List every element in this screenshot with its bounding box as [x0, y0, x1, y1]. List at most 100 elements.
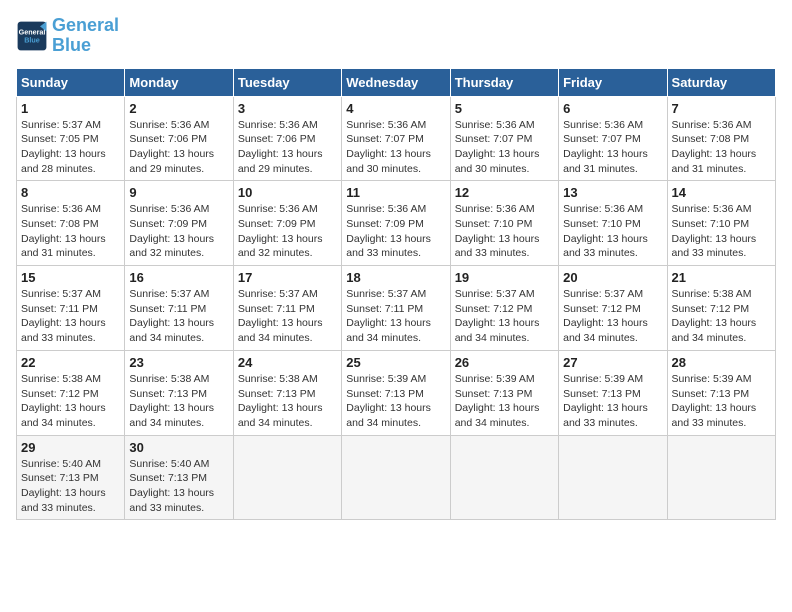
- calendar-cell-17: 17 Sunrise: 5:37 AM Sunset: 7:11 PM Dayli…: [233, 266, 341, 351]
- day-info: Sunrise: 5:36 AM Sunset: 7:10 PM Dayligh…: [455, 202, 554, 261]
- calendar-cell-28: 28 Sunrise: 5:39 AM Sunset: 7:13 PM Dayli…: [667, 350, 775, 435]
- day-number: 5: [455, 101, 554, 116]
- calendar-cell-30: 30 Sunrise: 5:40 AM Sunset: 7:13 PM Dayli…: [125, 435, 233, 520]
- day-number: 8: [21, 185, 120, 200]
- day-number: 28: [672, 355, 771, 370]
- calendar-cell-11: 11 Sunrise: 5:36 AM Sunset: 7:09 PM Dayli…: [342, 181, 450, 266]
- calendar-week-5: 29Sunrise: 5:40 AM Sunset: 7:13 PM Dayli…: [17, 435, 776, 520]
- calendar-cell-15: 15Sunrise: 5:37 AM Sunset: 7:11 PM Dayli…: [17, 266, 125, 351]
- day-number: 16: [129, 270, 228, 285]
- day-info: Sunrise: 5:39 AM Sunset: 7:13 PM Dayligh…: [346, 372, 445, 431]
- calendar-cell-22: 22 Sunrise: 5:38 AM Sunset: 7:12 PM Dayli…: [17, 350, 125, 435]
- day-info: Sunrise: 5:36 AM Sunset: 7:08 PM Dayligh…: [672, 118, 771, 177]
- calendar-week-3: 15Sunrise: 5:37 AM Sunset: 7:11 PM Dayli…: [17, 266, 776, 351]
- day-number: 10: [238, 185, 337, 200]
- day-number: 24: [238, 355, 337, 370]
- calendar-cell-1: 1 Sunrise: 5:37 AM Sunset: 7:05 PM Daylig…: [17, 96, 125, 181]
- day-info: Sunrise: 5:38 AM Sunset: 7:12 PM Dayligh…: [672, 287, 771, 346]
- day-number: 23: [129, 355, 228, 370]
- day-number: 20: [563, 270, 662, 285]
- calendar-cell-27: 27 Sunrise: 5:39 AM Sunset: 7:13 PM Dayli…: [559, 350, 667, 435]
- day-number: 11: [346, 185, 445, 200]
- day-info: Sunrise: 5:40 AM Sunset: 7:13 PM Dayligh…: [129, 457, 228, 516]
- day-info: Sunrise: 5:37 AM Sunset: 7:11 PM Dayligh…: [129, 287, 228, 346]
- day-number: 30: [129, 440, 228, 455]
- day-number: 26: [455, 355, 554, 370]
- calendar-cell-8: 8 Sunrise: 5:36 AM Sunset: 7:08 PM Daylig…: [17, 181, 125, 266]
- calendar-cell-20: 20 Sunrise: 5:37 AM Sunset: 7:12 PM Dayli…: [559, 266, 667, 351]
- day-of-week-tuesday: Tuesday: [233, 68, 341, 96]
- calendar-cell-10: 10 Sunrise: 5:36 AM Sunset: 7:09 PM Dayli…: [233, 181, 341, 266]
- calendar-cell-3: 3Sunrise: 5:36 AM Sunset: 7:06 PM Daylig…: [233, 96, 341, 181]
- day-info: Sunrise: 5:37 AM Sunset: 7:11 PM Dayligh…: [346, 287, 445, 346]
- day-info: Sunrise: 5:37 AM Sunset: 7:12 PM Dayligh…: [563, 287, 662, 346]
- day-of-week-wednesday: Wednesday: [342, 68, 450, 96]
- day-number: 9: [129, 185, 228, 200]
- day-info: Sunrise: 5:36 AM Sunset: 7:06 PM Dayligh…: [238, 118, 337, 177]
- calendar-body: 1 Sunrise: 5:37 AM Sunset: 7:05 PM Daylig…: [17, 96, 776, 520]
- day-info: Sunrise: 5:36 AM Sunset: 7:09 PM Dayligh…: [129, 202, 228, 261]
- calendar-cell-5: 5 Sunrise: 5:36 AM Sunset: 7:07 PM Daylig…: [450, 96, 558, 181]
- day-of-week-thursday: Thursday: [450, 68, 558, 96]
- day-info: Sunrise: 5:37 AM Sunset: 7:05 PM Dayligh…: [21, 118, 120, 177]
- calendar-cell-24: 24Sunrise: 5:38 AM Sunset: 7:13 PM Dayli…: [233, 350, 341, 435]
- day-number: 6: [563, 101, 662, 116]
- day-number: 19: [455, 270, 554, 285]
- day-info: Sunrise: 5:38 AM Sunset: 7:13 PM Dayligh…: [129, 372, 228, 431]
- calendar-cell-empty: [559, 435, 667, 520]
- calendar-cell-7: 7 Sunrise: 5:36 AM Sunset: 7:08 PM Daylig…: [667, 96, 775, 181]
- day-info: Sunrise: 5:36 AM Sunset: 7:07 PM Dayligh…: [346, 118, 445, 177]
- days-of-week-row: SundayMondayTuesdayWednesdayThursdayFrid…: [17, 68, 776, 96]
- day-number: 7: [672, 101, 771, 116]
- day-number: 17: [238, 270, 337, 285]
- calendar-cell-9: 9 Sunrise: 5:36 AM Sunset: 7:09 PM Daylig…: [125, 181, 233, 266]
- day-number: 1: [21, 101, 120, 116]
- day-number: 2: [129, 101, 228, 116]
- day-info: Sunrise: 5:40 AM Sunset: 7:13 PM Dayligh…: [21, 457, 120, 516]
- day-info: Sunrise: 5:36 AM Sunset: 7:07 PM Dayligh…: [455, 118, 554, 177]
- logo-text: GeneralBlue: [52, 16, 119, 56]
- calendar-cell-25: 25 Sunrise: 5:39 AM Sunset: 7:13 PM Dayli…: [342, 350, 450, 435]
- day-number: 21: [672, 270, 771, 285]
- day-info: Sunrise: 5:37 AM Sunset: 7:11 PM Dayligh…: [21, 287, 120, 346]
- day-number: 14: [672, 185, 771, 200]
- page-header: General Blue GeneralBlue: [16, 16, 776, 56]
- day-info: Sunrise: 5:37 AM Sunset: 7:11 PM Dayligh…: [238, 287, 337, 346]
- day-info: Sunrise: 5:36 AM Sunset: 7:07 PM Dayligh…: [563, 118, 662, 177]
- calendar-cell-4: 4Sunrise: 5:36 AM Sunset: 7:07 PM Daylig…: [342, 96, 450, 181]
- day-info: Sunrise: 5:36 AM Sunset: 7:08 PM Dayligh…: [21, 202, 120, 261]
- calendar-cell-empty: [450, 435, 558, 520]
- day-info: Sunrise: 5:36 AM Sunset: 7:10 PM Dayligh…: [672, 202, 771, 261]
- logo-icon: General Blue: [16, 20, 48, 52]
- calendar-cell-empty: [342, 435, 450, 520]
- calendar-cell-29: 29Sunrise: 5:40 AM Sunset: 7:13 PM Dayli…: [17, 435, 125, 520]
- day-info: Sunrise: 5:36 AM Sunset: 7:09 PM Dayligh…: [238, 202, 337, 261]
- calendar: SundayMondayTuesdayWednesdayThursdayFrid…: [16, 68, 776, 521]
- day-info: Sunrise: 5:36 AM Sunset: 7:06 PM Dayligh…: [129, 118, 228, 177]
- day-of-week-monday: Monday: [125, 68, 233, 96]
- day-info: Sunrise: 5:36 AM Sunset: 7:09 PM Dayligh…: [346, 202, 445, 261]
- calendar-week-4: 22 Sunrise: 5:38 AM Sunset: 7:12 PM Dayli…: [17, 350, 776, 435]
- day-info: Sunrise: 5:39 AM Sunset: 7:13 PM Dayligh…: [563, 372, 662, 431]
- day-info: Sunrise: 5:38 AM Sunset: 7:12 PM Dayligh…: [21, 372, 120, 431]
- day-number: 25: [346, 355, 445, 370]
- calendar-cell-23: 23 Sunrise: 5:38 AM Sunset: 7:13 PM Dayli…: [125, 350, 233, 435]
- day-number: 12: [455, 185, 554, 200]
- day-number: 27: [563, 355, 662, 370]
- day-number: 18: [346, 270, 445, 285]
- calendar-cell-14: 14 Sunrise: 5:36 AM Sunset: 7:10 PM Dayli…: [667, 181, 775, 266]
- calendar-cell-13: 13Sunrise: 5:36 AM Sunset: 7:10 PM Dayli…: [559, 181, 667, 266]
- calendar-cell-12: 12 Sunrise: 5:36 AM Sunset: 7:10 PM Dayli…: [450, 181, 558, 266]
- day-info: Sunrise: 5:39 AM Sunset: 7:13 PM Dayligh…: [672, 372, 771, 431]
- calendar-cell-2: 2 Sunrise: 5:36 AM Sunset: 7:06 PM Daylig…: [125, 96, 233, 181]
- svg-text:Blue: Blue: [24, 35, 40, 44]
- calendar-cell-16: 16 Sunrise: 5:37 AM Sunset: 7:11 PM Dayli…: [125, 266, 233, 351]
- calendar-cell-21: 21 Sunrise: 5:38 AM Sunset: 7:12 PM Dayli…: [667, 266, 775, 351]
- calendar-week-1: 1 Sunrise: 5:37 AM Sunset: 7:05 PM Daylig…: [17, 96, 776, 181]
- calendar-cell-empty: [667, 435, 775, 520]
- calendar-cell-empty: [233, 435, 341, 520]
- calendar-cell-19: 19Sunrise: 5:37 AM Sunset: 7:12 PM Dayli…: [450, 266, 558, 351]
- calendar-week-2: 8 Sunrise: 5:36 AM Sunset: 7:08 PM Daylig…: [17, 181, 776, 266]
- day-number: 22: [21, 355, 120, 370]
- day-of-week-sunday: Sunday: [17, 68, 125, 96]
